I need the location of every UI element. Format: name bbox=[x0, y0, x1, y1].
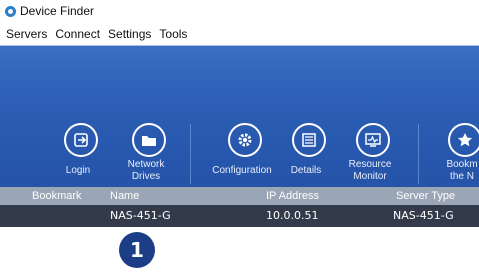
login-icon bbox=[64, 123, 98, 157]
window-title: Device Finder bbox=[20, 4, 95, 18]
details-icon bbox=[292, 123, 326, 157]
column-bookmark[interactable]: Bookmark bbox=[32, 190, 82, 202]
toolbar: Login Network Drives Configuration Detai… bbox=[0, 45, 479, 188]
resource-monitor-label: Resource Monitor bbox=[348, 159, 392, 182]
step-callout-badge: 1 bbox=[119, 232, 155, 268]
resource-monitor-button[interactable]: Resource Monitor bbox=[340, 123, 400, 183]
network-drives-button[interactable]: Network Drives bbox=[116, 123, 176, 183]
title-bar: Device Finder bbox=[0, 0, 479, 22]
column-ip-address[interactable]: IP Address bbox=[266, 190, 319, 202]
configuration-button[interactable]: Configuration bbox=[212, 123, 272, 183]
login-label: Login bbox=[65, 165, 91, 176]
bookmark-button[interactable]: Bookm the N bbox=[432, 123, 479, 183]
folder-icon bbox=[132, 123, 166, 157]
star-icon bbox=[448, 123, 479, 157]
bookmark-label: Bookm the N bbox=[446, 159, 478, 182]
cell-server-type: NAS-451-G bbox=[393, 209, 454, 222]
app-icon bbox=[5, 5, 16, 17]
details-label: Details bbox=[290, 165, 322, 176]
cell-ip-address: 10.0.0.51 bbox=[266, 209, 319, 222]
menu-settings[interactable]: Settings bbox=[108, 27, 151, 41]
table-header: Bookmark Name IP Address Server Type bbox=[0, 187, 479, 205]
cell-name: NAS-451-G bbox=[110, 209, 171, 222]
gear-icon bbox=[228, 123, 262, 157]
column-name[interactable]: Name bbox=[110, 190, 139, 202]
menu-connect[interactable]: Connect bbox=[55, 27, 100, 41]
menu-bar: Servers Connect Settings Tools bbox=[0, 24, 479, 44]
details-button[interactable]: Details bbox=[276, 123, 336, 183]
configuration-label: Configuration bbox=[212, 165, 272, 176]
network-drives-label: Network Drives bbox=[127, 159, 165, 182]
login-button[interactable]: Login bbox=[48, 123, 108, 183]
toolbar-separator bbox=[190, 124, 191, 184]
column-server-type[interactable]: Server Type bbox=[396, 190, 455, 202]
table-row[interactable]: NAS-451-G 10.0.0.51 NAS-451-G bbox=[0, 205, 479, 227]
toolbar-separator bbox=[418, 124, 419, 184]
monitor-icon bbox=[356, 123, 390, 157]
menu-servers[interactable]: Servers bbox=[6, 27, 47, 41]
menu-tools[interactable]: Tools bbox=[159, 27, 187, 41]
